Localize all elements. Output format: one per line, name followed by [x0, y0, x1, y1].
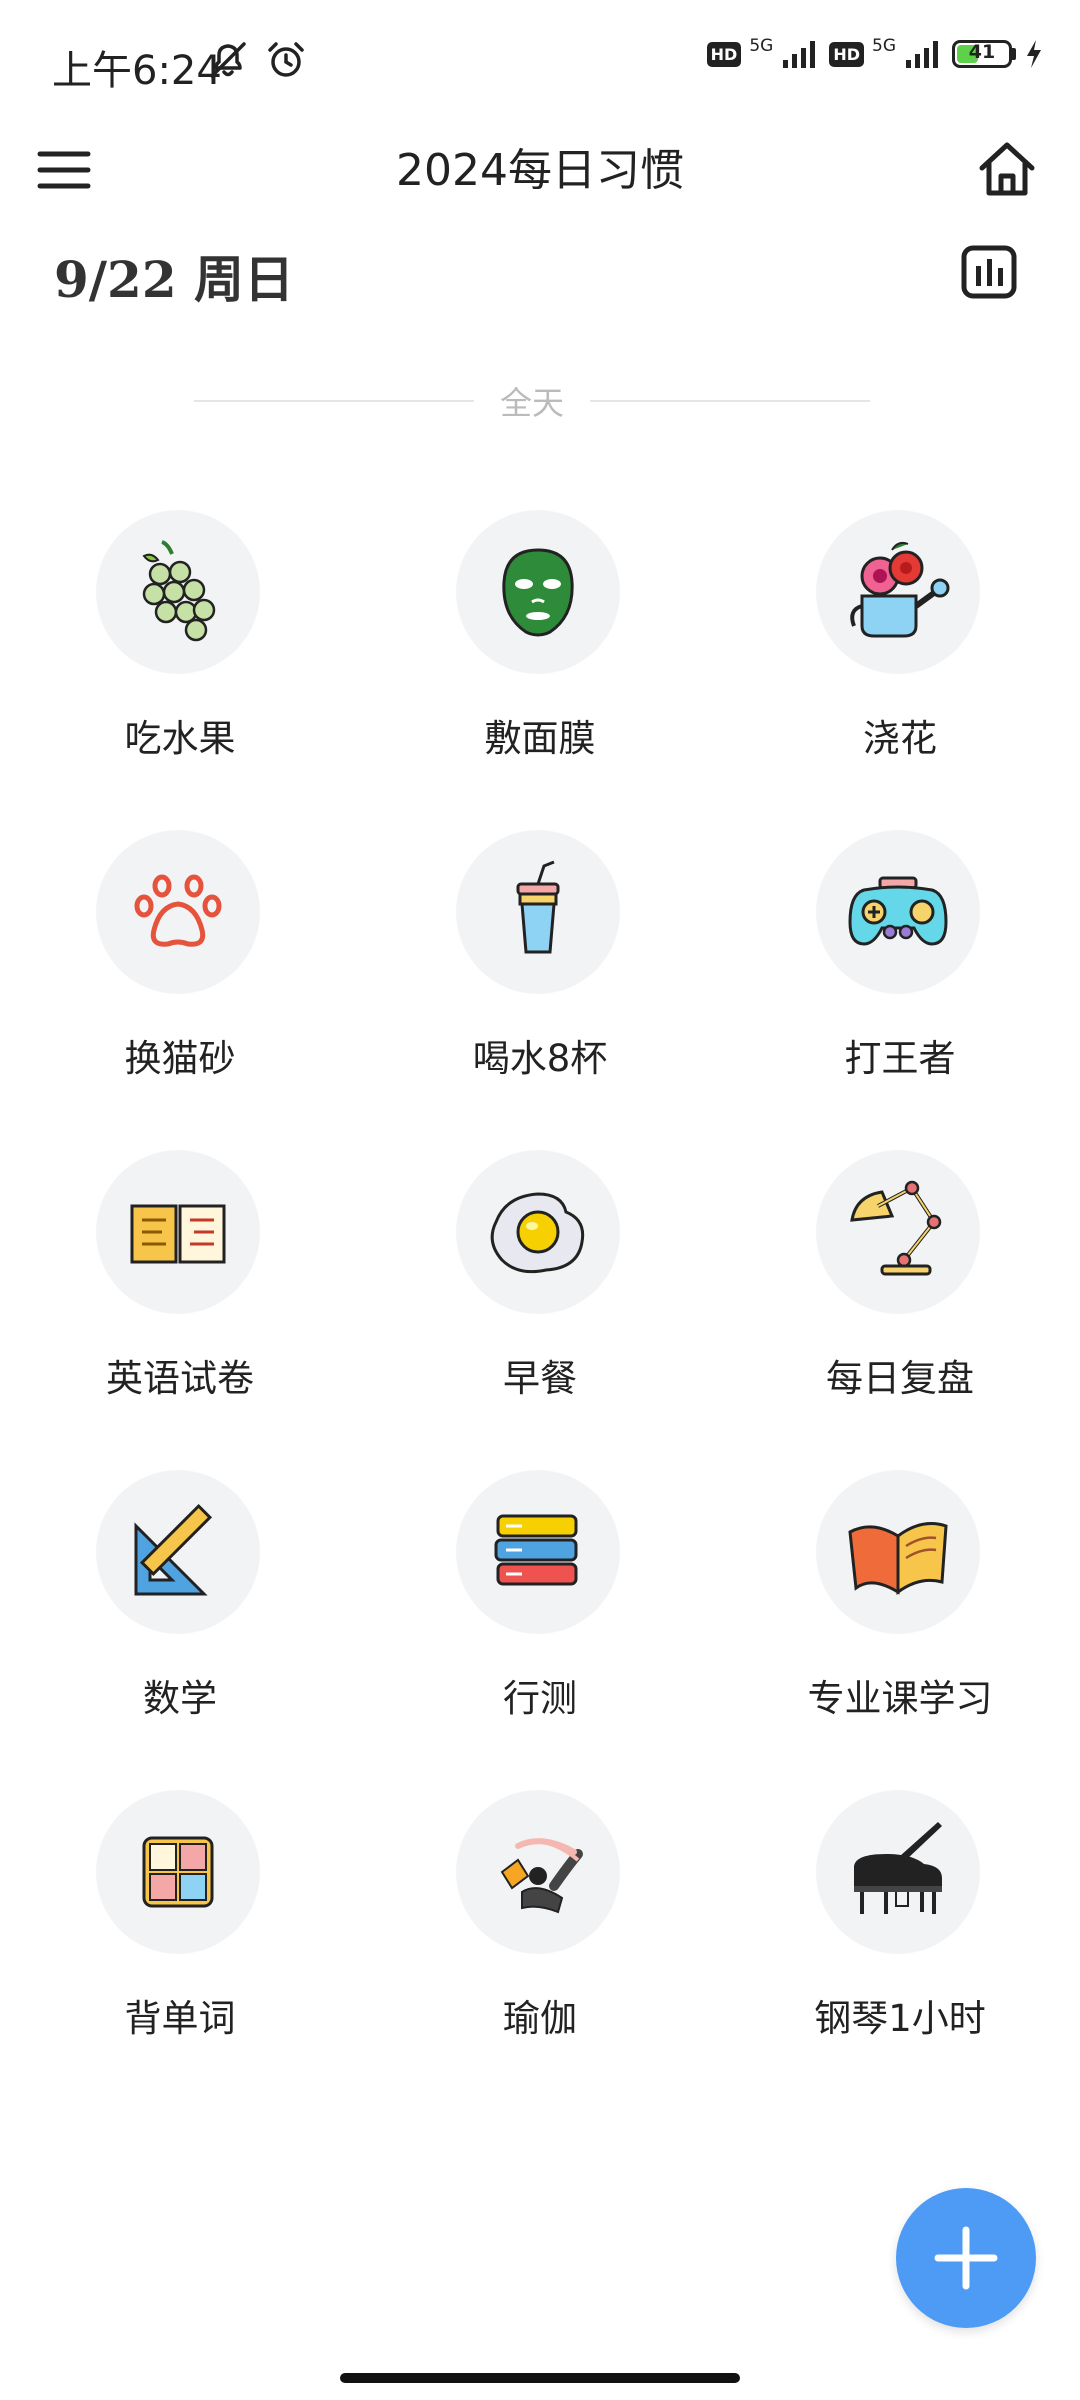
- drink-cup-icon: [516, 860, 560, 954]
- habit-icon-circle[interactable]: [816, 830, 980, 994]
- desk-lamp-icon: [850, 1180, 942, 1276]
- habit-label: 数学: [143, 1677, 217, 1720]
- habit-icon-circle[interactable]: [816, 1790, 980, 1954]
- alarm-icon: [268, 42, 304, 77]
- habit-item[interactable]: 换猫砂: [0, 830, 360, 1150]
- paw-print-icon: [134, 874, 222, 947]
- habit-grid: 吃水果 敷面膜 浇花 换猫砂 喝水8杯 打王者 英语试卷 早餐 每日复盘 数学 …: [0, 510, 1080, 2110]
- habit-label: 敷面膜: [484, 717, 596, 760]
- battery-cap: [1012, 48, 1016, 60]
- habit-icon-circle[interactable]: [456, 1150, 620, 1314]
- status-right-icons: HD 5G HD 5G 41: [706, 36, 1044, 70]
- abcd-blocks-icon: [142, 1836, 214, 1908]
- habit-icon-circle[interactable]: [96, 510, 260, 674]
- triangle-ruler-icon: [134, 1503, 213, 1596]
- habit-label: 专业课学习: [807, 1677, 993, 1720]
- habit-label: 背单词: [124, 1997, 236, 2040]
- bar-chart-icon: [961, 245, 1017, 299]
- stats-button[interactable]: [960, 244, 1018, 300]
- gamepad-icon: [848, 876, 948, 946]
- habit-icon-circle[interactable]: [456, 1470, 620, 1634]
- battery-icon: 41: [952, 40, 1012, 68]
- page-title: 2024每日习惯: [396, 145, 684, 196]
- current-date[interactable]: 9/22 周日: [54, 240, 294, 312]
- habit-label: 早餐: [503, 1357, 577, 1400]
- habit-label: 瑜伽: [503, 1997, 577, 2040]
- screen: 上午6:24 HD 5G HD 5G 41 2024每日习惯 9/22 周日 全…: [0, 0, 1080, 2400]
- habit-icon-circle[interactable]: [456, 510, 620, 674]
- habit-icon-circle[interactable]: [96, 1150, 260, 1314]
- app-header: 2024每日习惯: [0, 120, 1080, 250]
- habit-label: 吃水果: [124, 717, 236, 760]
- add-habit-button[interactable]: [896, 2188, 1036, 2328]
- habit-icon-circle[interactable]: [816, 1470, 980, 1634]
- habit-item[interactable]: 瑜伽: [360, 1790, 720, 2110]
- yoga-pose-icon: [500, 1838, 583, 1914]
- home-icon: [979, 142, 1035, 196]
- status-bar: 上午6:24 HD 5G HD 5G 41: [0, 0, 1080, 120]
- habit-label: 英语试卷: [106, 1357, 254, 1400]
- habit-item[interactable]: 打王者: [720, 830, 1080, 1150]
- habit-label: 每日复盘: [826, 1357, 974, 1400]
- habit-label: 喝水8杯: [472, 1037, 608, 1080]
- habit-label: 打王者: [844, 1037, 956, 1080]
- watering-can-flowers-icon: [850, 541, 950, 638]
- habit-item[interactable]: 每日复盘: [720, 1150, 1080, 1470]
- divider-line-right: [590, 400, 870, 402]
- habit-row: 数学 行测 专业课学习: [0, 1470, 1080, 1790]
- habit-label: 换猫砂: [124, 1037, 236, 1080]
- charging-icon: [1027, 40, 1041, 68]
- battery-level: 41: [968, 41, 996, 63]
- habit-row: 背单词 瑜伽 钢琴1小时: [0, 1790, 1080, 2110]
- network-type: 5G: [749, 36, 774, 56]
- network-type-2: 5G: [872, 36, 896, 56]
- status-time: 上午6:24: [52, 48, 222, 94]
- habit-item[interactable]: 浇花: [720, 510, 1080, 830]
- plus-icon: [934, 2226, 998, 2290]
- grapes-icon: [142, 540, 216, 642]
- face-mask-icon: [502, 548, 574, 637]
- habit-icon-circle[interactable]: [96, 1470, 260, 1634]
- home-indicator[interactable]: [340, 2373, 740, 2383]
- home-button[interactable]: [976, 138, 1038, 200]
- habit-icon-circle[interactable]: [816, 510, 980, 674]
- habit-row: 英语试卷 早餐 每日复盘: [0, 1150, 1080, 1470]
- habit-item[interactable]: 背单词: [0, 1790, 360, 2110]
- habit-row: 吃水果 敷面膜 浇花: [0, 510, 1080, 830]
- habit-icon-circle[interactable]: [96, 830, 260, 994]
- habit-item[interactable]: 喝水8杯: [360, 830, 720, 1150]
- habit-item[interactable]: 钢琴1小时: [720, 1790, 1080, 2110]
- habit-item[interactable]: 数学: [0, 1470, 360, 1790]
- habit-icon-circle[interactable]: [96, 1790, 260, 1954]
- habit-icon-circle[interactable]: [456, 830, 620, 994]
- habit-item[interactable]: 专业课学习: [720, 1470, 1080, 1790]
- fried-egg-icon: [490, 1192, 585, 1274]
- habit-item[interactable]: 行测: [360, 1470, 720, 1790]
- habit-item[interactable]: 吃水果: [0, 510, 360, 830]
- habit-icon-circle[interactable]: [456, 1790, 620, 1954]
- open-book-icon: [130, 1204, 226, 1264]
- habit-item[interactable]: 英语试卷: [0, 1150, 360, 1470]
- signal-icon: [783, 41, 816, 68]
- book-stack-icon: [494, 1514, 578, 1586]
- date-row: 9/22 周日: [0, 240, 1080, 320]
- habit-row: 换猫砂 喝水8杯 打王者: [0, 830, 1080, 1150]
- signal-icon-2: [906, 41, 938, 68]
- hd-badge-2: HD: [829, 41, 864, 67]
- habit-icon-circle[interactable]: [816, 1150, 980, 1314]
- section-divider: 全天: [194, 368, 870, 438]
- habit-label: 行测: [503, 1677, 577, 1720]
- habit-label: 浇花: [863, 717, 937, 760]
- status-left-icons: [206, 38, 308, 82]
- habit-label: 钢琴1小时: [814, 1997, 986, 2040]
- grand-piano-icon: [854, 1822, 942, 1914]
- habit-item[interactable]: 敷面膜: [360, 510, 720, 830]
- bell-off-icon: [210, 42, 246, 78]
- habit-item[interactable]: 早餐: [360, 1150, 720, 1470]
- hd-badge: HD: [706, 41, 742, 67]
- open-textbook-icon: [848, 1522, 948, 1595]
